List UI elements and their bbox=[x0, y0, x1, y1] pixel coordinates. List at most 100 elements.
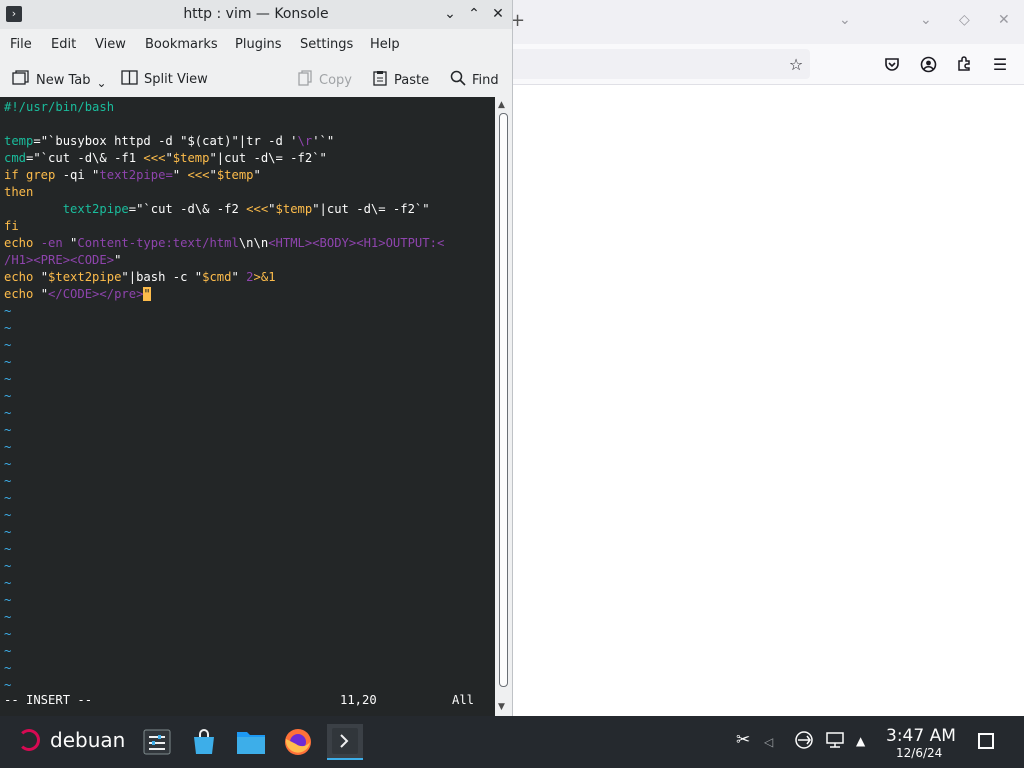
bookmark-star-icon[interactable]: ☆ bbox=[786, 54, 806, 74]
maximize-icon[interactable]: ◇ bbox=[959, 12, 970, 28]
task-firefox[interactable] bbox=[280, 724, 316, 760]
empty-line-tilde: ~ bbox=[4, 610, 12, 624]
volume-icon[interactable]: ◁ bbox=[764, 735, 773, 749]
copy-button[interactable]: Copy bbox=[297, 70, 352, 90]
empty-line-tilde: ~ bbox=[4, 508, 12, 522]
app-launcher[interactable]: debuan bbox=[18, 728, 125, 752]
vim-status-line: -- INSERT -- 11,20 All bbox=[4, 693, 490, 707]
task-discover[interactable] bbox=[186, 724, 222, 760]
split-view-button[interactable]: Split View bbox=[121, 70, 208, 89]
scissors-icon[interactable]: ✂ bbox=[736, 730, 750, 750]
close-icon[interactable]: ✕ bbox=[489, 5, 507, 23]
empty-line-tilde: ~ bbox=[4, 678, 12, 692]
code-token: "|cut -d\= -f2`" bbox=[209, 151, 327, 165]
scroll-down-icon[interactable]: ▼ bbox=[498, 702, 505, 712]
code-line: #!/usr/bin/bash bbox=[4, 99, 114, 116]
vim-mode: -- INSERT -- bbox=[4, 693, 93, 707]
empty-line-tilde: ~ bbox=[4, 593, 12, 607]
code-token: <<< bbox=[246, 202, 269, 216]
task-system-settings[interactable] bbox=[139, 724, 175, 760]
empty-line-tilde: ~ bbox=[4, 389, 12, 403]
code-line: then bbox=[4, 184, 33, 201]
empty-line-tilde: ~ bbox=[4, 644, 12, 658]
code-token: " bbox=[253, 168, 261, 182]
firefox-icon bbox=[285, 729, 311, 755]
taskbar: debuan ✂ ◁ ▲ 3:47 AM 12/6/24 bbox=[0, 716, 1024, 768]
browser-window: + ⌄ ⌄ ◇ ✕ ☆ ☰ bbox=[510, 0, 1024, 716]
code-token: "|cut -d\= -f2`" bbox=[312, 202, 430, 216]
code-token: $temp bbox=[275, 202, 313, 216]
launcher-label: debuan bbox=[50, 728, 126, 752]
show-desktop-icon[interactable] bbox=[978, 733, 994, 749]
window-title: http : vim — Konsole bbox=[183, 6, 329, 22]
code-line: /H1><PRE><CODE>" bbox=[4, 252, 121, 269]
scrollbar-thumb[interactable] bbox=[499, 113, 508, 687]
chevron-down-icon[interactable]: ⌄ bbox=[97, 76, 107, 90]
url-bar[interactable] bbox=[512, 49, 810, 79]
clock-date[interactable]: 12/6/24 bbox=[896, 746, 942, 760]
copy-label: Copy bbox=[319, 72, 352, 88]
empty-line-tilde: ~ bbox=[4, 338, 12, 352]
terminal-view[interactable]: #!/usr/bin/bash temp="`busybox httpd -d "… bbox=[0, 97, 495, 716]
tool-bar: New Tab ⌄ Split View Copy Paste Find bbox=[0, 60, 512, 96]
settings-sliders-icon bbox=[143, 729, 171, 755]
clock-time[interactable]: 3:47 AM bbox=[886, 726, 956, 746]
menu-bookmarks[interactable]: Bookmarks bbox=[145, 37, 218, 52]
code-token: " bbox=[40, 287, 49, 301]
code-token: -qi " bbox=[55, 168, 100, 182]
empty-line-tilde: ~ bbox=[4, 474, 12, 488]
code-token: temp bbox=[4, 134, 34, 148]
menu-file[interactable]: File bbox=[10, 37, 32, 52]
close-icon[interactable]: ✕ bbox=[998, 12, 1010, 28]
scroll-up-icon[interactable]: ▲ bbox=[498, 100, 505, 110]
new-tab-button[interactable]: New Tab ⌄ bbox=[12, 70, 107, 90]
code-token: fi bbox=[4, 219, 19, 233]
empty-line-tilde: ~ bbox=[4, 661, 12, 675]
display-icon[interactable] bbox=[825, 730, 845, 755]
new-tab-icon bbox=[12, 70, 30, 90]
code-line: temp="`busybox httpd -d "$(cat)"|tr -d '… bbox=[4, 133, 334, 150]
code-line: echo "</CODE></pre>" bbox=[4, 286, 151, 303]
code-token: </CODE></pre> bbox=[48, 287, 144, 301]
paste-label: Paste bbox=[394, 72, 430, 88]
tray-expand-arrow-icon[interactable]: ▲ bbox=[856, 734, 865, 748]
debian-swirl-icon bbox=[18, 729, 40, 751]
task-konsole[interactable] bbox=[327, 724, 363, 760]
empty-line-tilde: ~ bbox=[4, 627, 12, 641]
code-line: cmd="`cut -d\& -f1 <<<"$temp"|cut -d\= -… bbox=[4, 150, 327, 167]
code-token: 2 bbox=[246, 270, 254, 284]
maximize-icon[interactable]: ⌃ bbox=[465, 5, 483, 23]
menu-settings[interactable]: Settings bbox=[300, 37, 353, 52]
list-tabs-chevron-icon[interactable]: ⌄ bbox=[839, 12, 851, 28]
empty-line-tilde: ~ bbox=[4, 559, 12, 573]
terminal-scrollbar[interactable]: ▲ ▼ bbox=[495, 97, 511, 716]
network-icon[interactable] bbox=[794, 730, 814, 755]
minimize-icon[interactable]: ⌄ bbox=[441, 5, 459, 23]
code-token: #!/usr/bin/bash bbox=[4, 100, 115, 114]
code-line: echo "$text2pipe"|bash -c "$cmd" 2>&1 bbox=[4, 269, 276, 286]
code-token: Content-type:text/html bbox=[77, 236, 239, 250]
menu-plugins[interactable]: Plugins bbox=[235, 37, 282, 52]
minimize-icon[interactable]: ⌄ bbox=[920, 12, 932, 28]
extensions-icon[interactable] bbox=[954, 54, 974, 74]
menu-edit[interactable]: Edit bbox=[51, 37, 76, 52]
vim-cursor-position: 11,20 bbox=[340, 693, 377, 707]
menu-help[interactable]: Help bbox=[370, 37, 400, 52]
menu-view[interactable]: View bbox=[95, 37, 126, 52]
paste-button[interactable]: Paste bbox=[372, 70, 429, 90]
task-file-manager[interactable] bbox=[233, 724, 269, 760]
pocket-icon[interactable] bbox=[882, 54, 902, 74]
copy-icon bbox=[297, 70, 313, 90]
title-bar[interactable]: › http : vim — Konsole ⌄ ⌃ ✕ bbox=[0, 0, 512, 29]
menu-hamburger-icon[interactable]: ☰ bbox=[990, 54, 1010, 74]
code-token: \n\n bbox=[238, 236, 269, 250]
account-icon[interactable] bbox=[918, 54, 938, 74]
konsole-window: › http : vim — Konsole ⌄ ⌃ ✕ File Edit V… bbox=[0, 0, 513, 716]
code-token: " bbox=[40, 270, 49, 284]
code-token: cmd bbox=[4, 151, 27, 165]
find-button[interactable]: Find bbox=[450, 70, 499, 90]
code-token: echo bbox=[4, 287, 41, 301]
empty-line-tilde: ~ bbox=[4, 440, 12, 454]
vim-scroll-indicator: All bbox=[452, 693, 475, 707]
terminal-icon bbox=[332, 728, 358, 754]
